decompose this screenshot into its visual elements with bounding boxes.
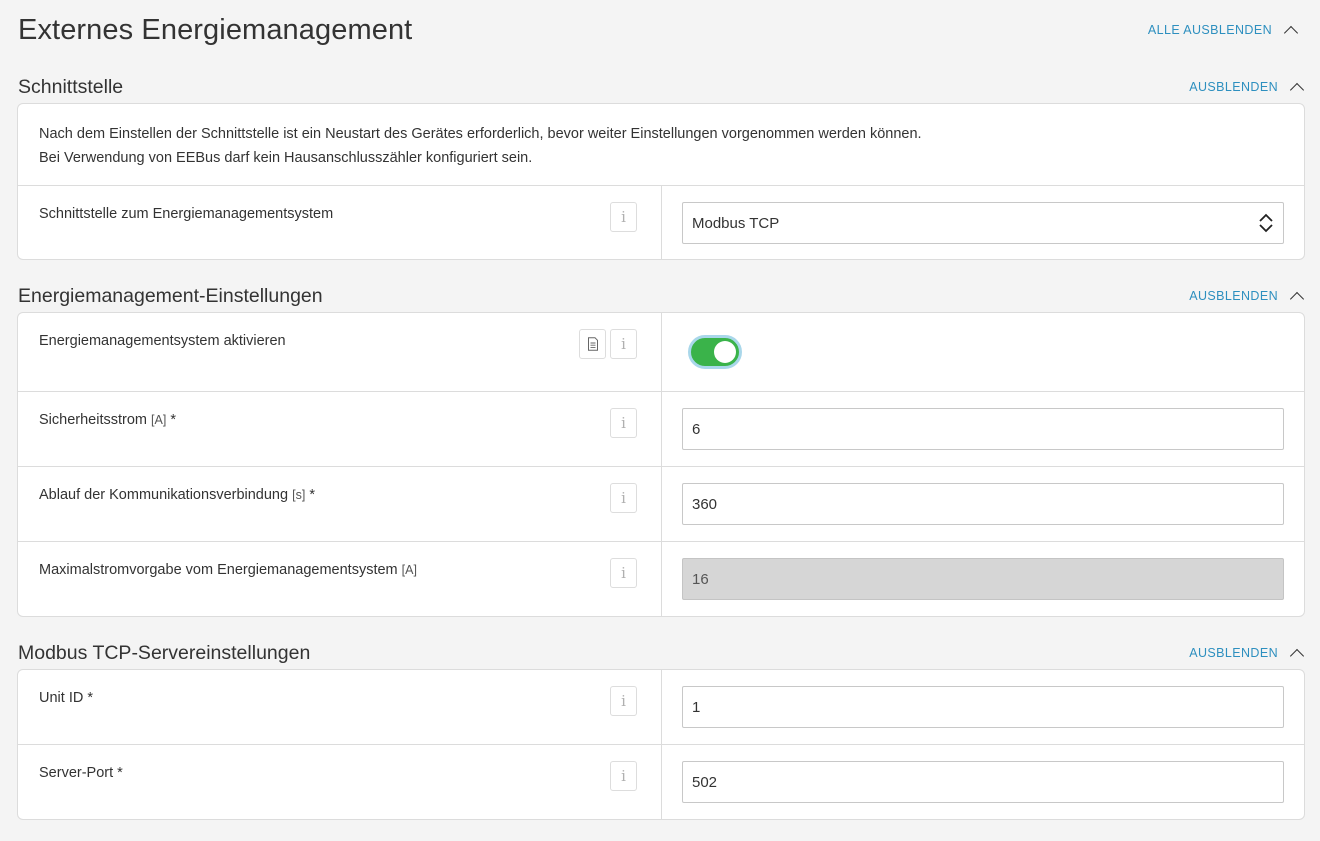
collapse-interface-button[interactable]: AUSBLENDEN — [1189, 80, 1305, 97]
section-title-settings: Energiemanagement-Einstellungen — [18, 284, 323, 307]
row-label: Schnittstelle zum Energiemanagementsyste… — [18, 186, 662, 259]
collapse-label: AUSBLENDEN — [1189, 646, 1278, 660]
row-safety-current: Sicherheitsstrom [A] * i — [18, 392, 1304, 467]
row-server-port: Server-Port * i — [18, 745, 1304, 819]
row-label: Unit ID * i — [18, 670, 662, 744]
document-icon[interactable] — [579, 329, 606, 359]
restart-note: Nach dem Einstellen der Schnittstelle is… — [18, 104, 1304, 186]
note-line: Nach dem Einstellen der Schnittstelle is… — [39, 126, 922, 142]
updown-arrows-icon — [1259, 213, 1273, 233]
row-value — [662, 670, 1304, 744]
max-current-label: Maximalstromvorgabe vom Energiemanagemen… — [39, 562, 398, 578]
info-icon[interactable]: i — [610, 408, 637, 438]
row-activate: Energiemanagementsystem aktivieren i — [18, 313, 1304, 392]
chevron-up-icon — [1289, 82, 1305, 97]
required-marker: * — [309, 487, 315, 503]
collapse-label: AUSBLENDEN — [1189, 289, 1278, 303]
collapse-settings-button[interactable]: AUSBLENDEN — [1189, 289, 1305, 306]
section-header-modbus: Modbus TCP-Servereinstellungen AUSBLENDE… — [18, 638, 1305, 668]
page-title: Externes Energiemanagement — [18, 13, 413, 46]
safety-current-input[interactable] — [682, 408, 1284, 450]
row-label: Server-Port * i — [18, 745, 662, 819]
timeout-input[interactable] — [682, 483, 1284, 525]
interface-select[interactable]: Modbus TCP — [682, 202, 1284, 244]
max-current-unit: [A] — [401, 563, 417, 577]
collapse-all-button[interactable]: ALLE AUSBLENDEN — [1147, 23, 1299, 40]
info-icon[interactable]: i — [610, 202, 637, 232]
server-port-label: Server-Port * — [39, 765, 123, 781]
chevron-up-icon — [1289, 291, 1305, 306]
info-icon[interactable]: i — [610, 329, 637, 359]
interface-label: Schnittstelle zum Energiemanagementsyste… — [39, 206, 334, 222]
row-interface: Schnittstelle zum Energiemanagementsyste… — [18, 186, 1304, 259]
row-value — [662, 467, 1304, 541]
row-label: Ablauf der Kommunikationsverbindung [s] … — [18, 467, 662, 541]
section-title-modbus: Modbus TCP-Servereinstellungen — [18, 641, 311, 664]
info-icon[interactable]: i — [610, 686, 637, 716]
section-title-interface: Schnittstelle — [18, 75, 124, 98]
collapse-all-label: ALLE AUSBLENDEN — [1147, 23, 1272, 37]
safety-label: Sicherheitsstrom — [39, 412, 147, 428]
card-settings: Energiemanagementsystem aktivieren i Sic… — [17, 312, 1305, 617]
required-marker: * — [170, 412, 176, 428]
server-port-input[interactable] — [682, 761, 1284, 803]
info-icon[interactable]: i — [610, 558, 637, 588]
row-value — [662, 745, 1304, 819]
collapse-label: AUSBLENDEN — [1189, 80, 1278, 94]
card-modbus: Unit ID * i Server-Port * i — [17, 669, 1305, 820]
row-label: Maximalstromvorgabe vom Energiemanagemen… — [18, 542, 662, 616]
row-max-current: Maximalstromvorgabe vom Energiemanagemen… — [18, 542, 1304, 616]
max-current-input — [682, 558, 1284, 600]
page-header: Externes Energiemanagement ALLE AUSBLEND… — [18, 10, 1299, 50]
collapse-modbus-button[interactable]: AUSBLENDEN — [1189, 646, 1305, 663]
row-value — [662, 392, 1304, 466]
chevron-up-icon — [1283, 25, 1299, 40]
interface-select-value: Modbus TCP — [692, 214, 780, 232]
row-unit-id: Unit ID * i — [18, 670, 1304, 745]
row-label: Sicherheitsstrom [A] * i — [18, 392, 662, 466]
note-line: Bei Verwendung von EEBus darf kein Hausa… — [39, 150, 533, 166]
activate-toggle[interactable] — [688, 335, 742, 369]
unit-id-input[interactable] — [682, 686, 1284, 728]
row-label: Energiemanagementsystem aktivieren i — [18, 313, 662, 391]
info-icon[interactable]: i — [610, 761, 637, 791]
section-header-interface: Schnittstelle AUSBLENDEN — [18, 72, 1305, 102]
row-value — [662, 542, 1304, 616]
row-timeout: Ablauf der Kommunikationsverbindung [s] … — [18, 467, 1304, 542]
safety-unit: [A] — [151, 413, 167, 427]
info-icon[interactable]: i — [610, 483, 637, 513]
activate-label: Energiemanagementsystem aktivieren — [39, 333, 286, 349]
unit-id-label: Unit ID * — [39, 690, 93, 706]
timeout-label: Ablauf der Kommunikationsverbindung — [39, 487, 289, 503]
section-header-settings: Energiemanagement-Einstellungen AUSBLEND… — [18, 281, 1305, 311]
timeout-unit: [s] — [292, 488, 306, 502]
row-value: Modbus TCP — [662, 186, 1304, 259]
row-value — [662, 313, 1304, 391]
card-interface: Nach dem Einstellen der Schnittstelle is… — [17, 103, 1305, 260]
toggle-knob — [714, 341, 736, 363]
chevron-up-icon — [1289, 648, 1305, 663]
